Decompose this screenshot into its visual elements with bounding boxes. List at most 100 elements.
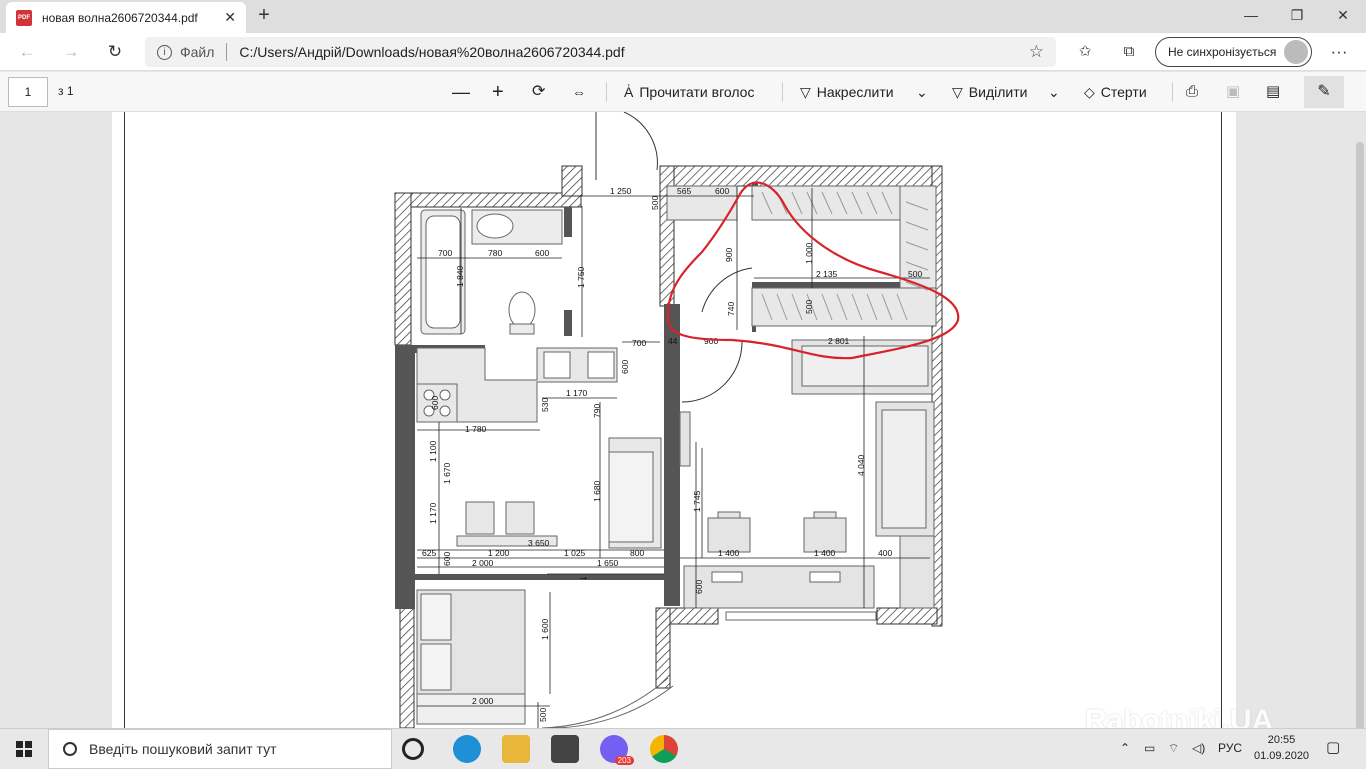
bedroom <box>416 589 674 728</box>
draw-button[interactable]: ▽ Накреслити <box>800 80 894 104</box>
new-tab-button[interactable]: + <box>252 4 276 28</box>
zoom-out-button[interactable]: — <box>452 80 470 104</box>
clock[interactable]: 20:55 01.09.2020 <box>1254 732 1309 764</box>
dim-label: 4 040 <box>856 454 866 476</box>
living-room <box>679 339 935 621</box>
windows-logo-icon <box>16 741 32 757</box>
notifications-icon[interactable]: ▢ <box>1326 738 1340 756</box>
forward-button[interactable]: → <box>58 40 84 64</box>
pdf-viewer: 1 250 565 600 500 700 780 600 1 840 1 75… <box>0 112 1366 728</box>
dim-label: 1 170 <box>428 502 438 524</box>
dim-label: 1 600 <box>540 618 550 640</box>
sync-profile-button[interactable]: Не синхронізується <box>1155 37 1312 67</box>
read-aloud-label: Прочитати вголос <box>639 84 755 100</box>
dim-label: 565 <box>677 186 691 196</box>
dim-label: 1 100 <box>428 440 438 462</box>
dim-label: 1 400 <box>718 548 740 558</box>
entrance-door <box>595 112 658 180</box>
dim-label: 900 <box>724 248 734 262</box>
favorite-star-icon[interactable]: ☆ <box>1029 42 1044 62</box>
address-bar: ← → ↻ i Файл C:/Users/Андрій/Downloads/н… <box>0 33 1366 71</box>
zoom-in-button[interactable]: + <box>492 80 504 104</box>
dim-label: 1 000 <box>804 242 814 264</box>
dim-label: 1 170 <box>566 388 588 398</box>
search-icon <box>63 742 77 756</box>
vertical-scrollbar[interactable] <box>1356 142 1364 728</box>
highlight-label: Виділити <box>968 84 1028 100</box>
dim-label: 2 000 <box>472 696 494 706</box>
pdf-page: 1 250 565 600 500 700 780 600 1 840 1 75… <box>112 112 1236 728</box>
browser-tab[interactable]: PDF новая волна2606720344.pdf ✕ <box>6 2 246 33</box>
task-view-icon[interactable] <box>402 738 424 760</box>
toolbar-divider <box>782 82 783 102</box>
store-icon[interactable] <box>551 735 579 763</box>
pin-toolbar-icon[interactable]: ✎ <box>1304 76 1344 108</box>
floor-plan: 1 250 565 600 500 700 780 600 1 840 1 75… <box>394 112 960 728</box>
back-button[interactable]: ← <box>14 40 40 64</box>
dim-label: 2 135 <box>816 269 838 279</box>
tab-close-button[interactable]: ✕ <box>224 9 236 26</box>
url-separator <box>226 43 228 61</box>
highlight-options-chevron-icon[interactable]: ⌄ <box>1048 80 1060 104</box>
close-window-button[interactable]: ✕ <box>1320 0 1366 30</box>
favorites-icon[interactable]: ✩ <box>1072 40 1098 64</box>
collections-icon[interactable]: ⧉ <box>1116 40 1142 64</box>
dim-label: 600 <box>442 552 452 566</box>
maximize-button[interactable]: ❐ <box>1274 0 1320 30</box>
dim-label: 1 650 <box>597 558 619 568</box>
minimize-button[interactable]: — <box>1228 0 1274 30</box>
file-explorer-icon[interactable] <box>502 735 530 763</box>
fit-page-icon[interactable]: ⇔ <box>572 80 586 104</box>
network-icon[interactable]: ⌔ <box>1168 741 1179 756</box>
page-count: з 1 <box>58 84 74 98</box>
dim-label: 500 <box>650 196 660 210</box>
save-as-icon[interactable]: ▤ <box>1266 80 1280 104</box>
sync-label: Не синхронізується <box>1168 45 1277 59</box>
save-icon[interactable]: ▣ <box>1226 80 1240 104</box>
search-placeholder: Введіть пошуковий запит тут <box>89 741 277 757</box>
watermark-text: Rabotniki.UA <box>1085 704 1274 728</box>
dim-label: 700 <box>438 248 452 258</box>
dim-label: 2 801 <box>828 336 850 346</box>
taskbar-search[interactable]: Введіть пошуковий запит тут <box>48 729 392 769</box>
settings-more-button[interactable]: ··· <box>1326 40 1352 64</box>
print-icon[interactable]: ⎙ <box>1186 80 1198 104</box>
dim-label: 400 <box>878 548 892 558</box>
dim-label: 2 000 <box>472 558 494 568</box>
viber-icon[interactable]: 203 <box>600 735 634 765</box>
volume-icon[interactable]: ◁) <box>1192 741 1205 755</box>
dim-label: 700 <box>632 338 646 348</box>
taskbar: Введіть пошуковий запит тут 203 ⌃ ▭ ⌔ ◁)… <box>0 728 1366 769</box>
dim-label: 600 <box>620 360 630 374</box>
dim-label: 1 025 <box>564 548 586 558</box>
url-box[interactable]: i Файл C:/Users/Андрій/Downloads/новая%2… <box>145 37 1056 67</box>
tab-title: новая волна2606720344.pdf <box>42 10 198 25</box>
url-text[interactable]: C:/Users/Андрій/Downloads/новая%20волна2… <box>239 44 1028 60</box>
pen-icon: ▽ <box>800 84 811 100</box>
chrome-icon[interactable] <box>650 735 678 763</box>
dim-label: 1 200 <box>488 548 510 558</box>
erase-button[interactable]: ◇ Стерти <box>1084 80 1147 104</box>
dim-label: 1 745 <box>692 490 702 512</box>
clock-time: 20:55 <box>1267 734 1296 746</box>
language-indicator[interactable]: РУС <box>1218 741 1242 755</box>
highlight-button[interactable]: ▽ Виділити <box>952 80 1027 104</box>
info-icon[interactable]: i <box>157 44 172 60</box>
pdf-file-icon: PDF <box>16 9 32 26</box>
rotate-icon[interactable]: ⟳ <box>532 80 545 104</box>
read-aloud-button[interactable]: A͗ Прочитати вголос <box>624 80 754 104</box>
start-button[interactable] <box>0 729 48 769</box>
toolbar-divider <box>606 82 607 102</box>
dim-label: 500 <box>804 300 814 314</box>
page-number-input[interactable]: 1 <box>8 77 48 107</box>
edge-icon[interactable] <box>453 735 481 763</box>
tab-bar: PDF новая волна2606720344.pdf ✕ + — ❐ ✕ <box>0 0 1366 33</box>
dim-label: 530 <box>540 398 550 412</box>
dim-label: 600 <box>535 248 549 258</box>
refresh-button[interactable]: ↻ <box>102 40 128 64</box>
draw-options-chevron-icon[interactable]: ⌄ <box>916 80 928 104</box>
tray-chevron-icon[interactable]: ⌃ <box>1120 741 1130 755</box>
dim-label: 1 400 <box>814 548 836 558</box>
battery-icon[interactable]: ▭ <box>1144 741 1155 755</box>
dim-label: 3 650 <box>528 538 550 548</box>
